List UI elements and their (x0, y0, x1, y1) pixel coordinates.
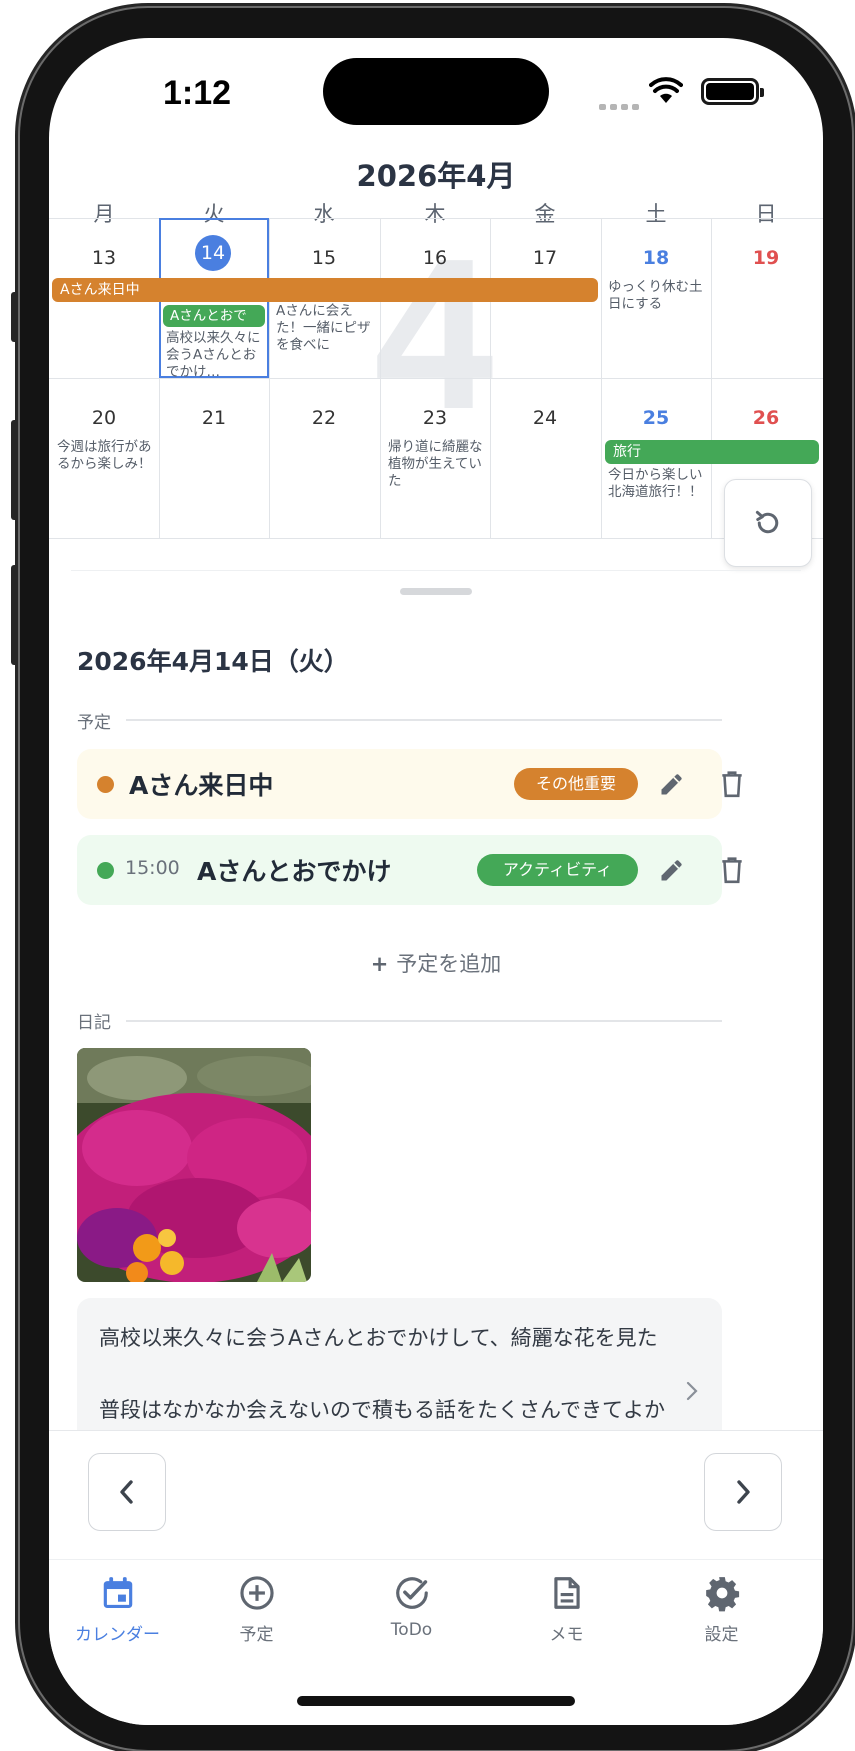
diary-preview-15: Aさんに会えた！一緒にピザを食べに (276, 303, 371, 353)
status-time: 1:12 (163, 74, 232, 112)
diary-entry-card[interactable]: 高校以来久々に会うAさんとおでかけして、綺麗な花を見た 普段はなかなか会えないの… (77, 1298, 722, 1448)
volume-up-button (11, 420, 19, 520)
add-event-button[interactable]: + 予定を追加 (49, 948, 823, 978)
delete-button[interactable] (714, 766, 750, 802)
edit-button[interactable] (654, 852, 690, 888)
document-icon (553, 1577, 580, 1609)
day-23[interactable]: 23 (380, 407, 490, 429)
weekday-wed: 水 (313, 202, 335, 226)
wifi-icon (649, 77, 683, 103)
event-bar-trip[interactable]: 旅行 (605, 440, 819, 464)
day-22[interactable]: 22 (269, 407, 379, 429)
weekday-sun: 日 (755, 202, 777, 226)
chevron-right-icon (686, 1381, 698, 1401)
tab-todo[interactable]: ToDo (334, 1574, 489, 1640)
battery-icon (701, 78, 764, 105)
gear-icon (705, 1577, 739, 1612)
grid-line (49, 538, 823, 539)
sheet-drag-handle[interactable] (400, 588, 472, 595)
weekday-sat: 土 (645, 202, 667, 226)
tab-schedule[interactable]: 予定 (179, 1574, 334, 1645)
event-row[interactable]: Aさん来日中 その他重要 (77, 749, 742, 819)
tab-label: 予定 (239, 1625, 274, 1645)
event-category-tag: アクティビティ (477, 854, 638, 886)
pencil-icon (661, 774, 682, 795)
tab-calendar[interactable]: カレンダー (49, 1574, 195, 1645)
edit-button[interactable] (654, 766, 690, 802)
chevron-left-icon (120, 1480, 133, 1504)
event-chip-outing[interactable]: Aさんとおで (163, 305, 265, 327)
day-16[interactable]: 16 (380, 247, 490, 269)
diary-preview-23: 帰り道に綺麗な植物が生えていた (388, 439, 483, 489)
day-18[interactable]: 18 (601, 247, 711, 269)
volume-down-button (11, 565, 19, 665)
plus-icon: + (370, 952, 389, 976)
refresh-icon (755, 510, 779, 534)
calendar-icon (103, 1577, 132, 1609)
event-bar-a-visiting[interactable]: Aさん来日中 (52, 278, 598, 302)
selected-date-title: 2026年4月14日（火） (77, 647, 349, 676)
trash-icon (722, 857, 742, 884)
home-indicator (297, 1696, 575, 1706)
tab-settings[interactable]: 設定 (644, 1574, 799, 1645)
event-time: 15:00 (125, 857, 180, 879)
screen: 1:12 2026年4月 月 火 水 木 金 土 日 4 13 14 15 16… (49, 38, 823, 1725)
day-25[interactable]: 25 (601, 407, 711, 429)
delete-button[interactable] (714, 852, 750, 888)
day-20[interactable]: 20 (49, 407, 159, 429)
diary-text-line: 高校以来久々に会うAさんとおでかけして、綺麗な花を見た (99, 1326, 658, 1350)
day-14-today[interactable]: 14 (195, 235, 231, 271)
day-13[interactable]: 13 (49, 247, 159, 269)
event-title: Aさん来日中 (129, 771, 274, 800)
tab-label: ToDo (390, 1620, 433, 1640)
section-divider (126, 1020, 722, 1022)
section-divider (126, 719, 722, 721)
chevron-right-icon (737, 1480, 750, 1504)
event-title: Aさんとおでかけ (197, 857, 392, 886)
mute-switch (11, 292, 19, 342)
tab-label: メモ (549, 1625, 584, 1645)
tab-label: 設定 (704, 1625, 739, 1645)
diary-text-line: 普段はなかなか会えないので積もる話をたくさんできてよか (99, 1398, 665, 1422)
diary-preview-18: ゆっくり休む土日にする (608, 279, 703, 312)
day-26[interactable]: 26 (711, 407, 821, 429)
sheet-divider (71, 570, 801, 571)
weekday-fri: 金 (534, 202, 556, 226)
event-row[interactable]: 15:00 Aさんとおでかけ アクティビティ (77, 835, 742, 905)
dynamic-island (323, 58, 549, 125)
diary-section-label: 日記 (77, 1013, 111, 1033)
cellular-signal-icon (599, 95, 643, 114)
refresh-button[interactable] (724, 479, 812, 567)
tab-memo[interactable]: メモ (489, 1574, 644, 1645)
diary-photo[interactable] (77, 1048, 311, 1282)
schedule-section-label: 予定 (77, 713, 111, 733)
weekday-mon: 月 (93, 202, 115, 226)
plus-circle-icon (239, 1576, 274, 1610)
check-circle-icon (395, 1577, 428, 1609)
pencil-icon (661, 860, 682, 881)
add-event-label: 予定を追加 (396, 952, 502, 976)
event-color-dot (97, 776, 114, 793)
diary-preview-20: 今週は旅行があるから楽しみ！ (57, 439, 152, 472)
day-17[interactable]: 17 (490, 247, 600, 269)
diary-preview-14: 高校以来久々に会うAさんとおでかけ… (166, 330, 261, 380)
event-category-tag: その他重要 (514, 768, 638, 800)
day-19[interactable]: 19 (711, 247, 821, 269)
month-title: 2026年4月 (356, 159, 516, 193)
next-week-button[interactable] (704, 1453, 782, 1531)
event-color-dot (97, 862, 114, 879)
day-24[interactable]: 24 (490, 407, 600, 429)
week-pager (49, 1430, 823, 1558)
trash-icon (722, 771, 742, 798)
day-15[interactable]: 15 (269, 247, 379, 269)
previous-week-button[interactable] (88, 1453, 166, 1531)
day-21[interactable]: 21 (159, 407, 269, 429)
tab-label: カレンダー (75, 1625, 160, 1645)
flower-photo-image (77, 1048, 311, 1282)
diary-preview-25: 今日から楽しい北海道旅行！！ (608, 467, 703, 500)
